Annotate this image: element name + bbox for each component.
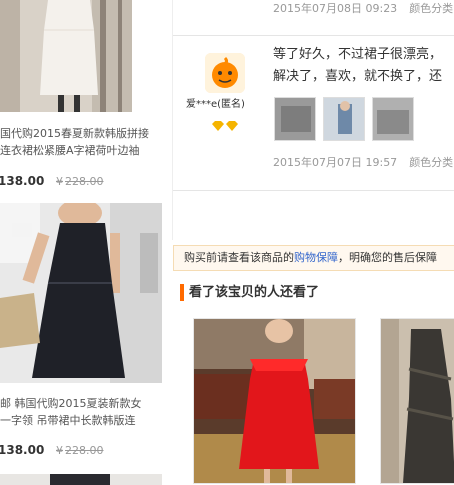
product-title[interactable]: 国代购2015春夏新款韩版拼接 — [0, 125, 162, 142]
purchase-notice: 购买前请查看该商品的购物保障，明确您的售后保障 — [173, 245, 454, 271]
product-image-third[interactable] — [0, 472, 162, 485]
product-image-black-dress[interactable] — [0, 203, 162, 383]
old-price-value: 228.00 — [65, 175, 104, 188]
guarantee-link[interactable]: 购物保障 — [294, 251, 338, 264]
product-title[interactable]: 连衣裙松紧腰A字裙荷叶边袖 — [0, 142, 162, 159]
review-divider — [173, 190, 454, 191]
product-price: 138.00 — [0, 443, 45, 457]
user-avatar[interactable] — [205, 53, 245, 93]
product-old-price: ¥228.00 — [56, 175, 104, 188]
recommend-item-black-dress[interactable] — [380, 318, 454, 484]
product-title[interactable]: 一字领 吊带裙中长款韩版连 — [0, 412, 162, 429]
review-username: 爱***e(匿名) — [186, 99, 245, 110]
review-divider — [173, 35, 454, 36]
old-price-value: 228.00 — [65, 444, 104, 457]
review-photo[interactable] — [274, 97, 316, 141]
notice-prefix: 购买前请查看该商品的 — [184, 251, 294, 264]
review-photo[interactable] — [372, 97, 414, 141]
review-text: 等了好久，不过裙子很漂亮， — [273, 47, 443, 62]
product-price: 138.00 — [0, 174, 45, 188]
notice-suffix: ，明确您的售后保障 — [338, 251, 437, 264]
review-date: 2015年07月08日 09:23 — [273, 2, 398, 15]
review-color-label: 颜色分类 — [409, 2, 454, 15]
product-list: 国代购2015春夏新款韩版拼接 连衣裙松紧腰A字裙荷叶边袖 138.00 ¥22… — [0, 0, 162, 485]
review-meta: 2015年07月07日 19:57 颜色分类 — [273, 154, 453, 170]
recommend-item-red-dress[interactable] — [193, 318, 356, 484]
review-date: 2015年07月07日 19:57 — [273, 156, 398, 169]
recommend-title: 看了该宝贝的人还看了 — [189, 283, 319, 303]
recommend-title-text: 看了该宝贝的人还看了 — [189, 285, 320, 300]
user-level-icon — [211, 116, 241, 131]
section-accent-bar — [180, 284, 184, 301]
review-color-label: 颜色分类 — [409, 156, 454, 169]
review-meta: 2015年07月08日 09:23 颜色分类 — [273, 0, 453, 16]
product-title[interactable]: 邮 韩国代购2015夏装新款女 — [0, 395, 162, 412]
product-old-price: ¥228.00 — [56, 444, 104, 457]
review-photo[interactable] — [323, 97, 365, 141]
review-text: 解决了，喜欢，就不换了，还 — [273, 69, 443, 84]
currency-symbol: ¥ — [56, 444, 63, 457]
currency-symbol: ¥ — [56, 175, 63, 188]
column-separator — [172, 0, 173, 240]
product-image-white-dress[interactable] — [0, 0, 132, 112]
